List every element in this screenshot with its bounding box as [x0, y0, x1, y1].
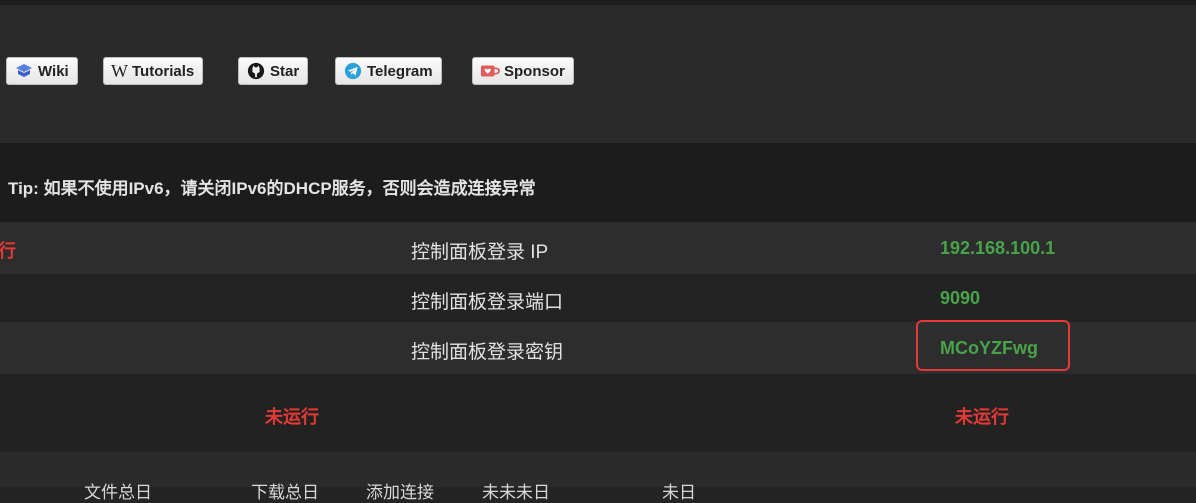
- status-row: 未运行 未运行: [0, 374, 1196, 452]
- tip-banner: Tip: 如果不使用IPv6，请关闭IPv6的DHCP服务，否则会造成连接异常: [0, 143, 1196, 222]
- tip-text: Tip: 如果不使用IPv6，请关闭IPv6的DHCP服务，否则会造成连接异常: [8, 179, 536, 198]
- key-label: 控制面板登录密钥: [411, 342, 564, 363]
- github-icon: [247, 62, 265, 80]
- bottom-text-2: 下载总日: [251, 483, 319, 502]
- key-highlight-box: [916, 320, 1070, 371]
- tutorials-badge[interactable]: W Tutorials: [103, 57, 204, 85]
- status-right: 未运行: [955, 407, 1009, 427]
- sponsor-badge[interactable]: Sponsor: [472, 57, 574, 85]
- bottom-row: [0, 452, 1196, 487]
- star-badge[interactable]: Star: [238, 57, 309, 85]
- status-partial-text: 行: [0, 241, 16, 261]
- book-icon: [16, 64, 32, 77]
- bottom-text-1: 文件总日: [84, 483, 152, 502]
- kofi-cup-icon: [480, 65, 500, 77]
- bottom-text-3: 添加连接: [366, 483, 434, 502]
- info-row-port: 控制面板登录端口 9090: [0, 274, 1196, 322]
- port-value: 9090: [940, 288, 981, 308]
- wiki-badge[interactable]: Wiki: [6, 57, 78, 85]
- port-label: 控制面板登录端口: [411, 292, 564, 313]
- info-row-ip: 行 控制面板登录 IP 192.168.100.1: [0, 222, 1196, 274]
- wikipedia-icon: W: [111, 60, 128, 81]
- bottom-text-4: 未未未日: [482, 483, 550, 502]
- ip-label: 控制面板登录 IP: [411, 242, 549, 263]
- status-left: 未运行: [265, 407, 319, 427]
- badge-bar: Wiki W Tutorials Star Telegram Sponsor: [0, 5, 1196, 143]
- telegram-icon: [344, 62, 362, 80]
- telegram-badge[interactable]: Telegram: [335, 57, 442, 85]
- bottom-text-5: 未日: [662, 483, 696, 502]
- ip-value: 192.168.100.1: [940, 238, 1056, 258]
